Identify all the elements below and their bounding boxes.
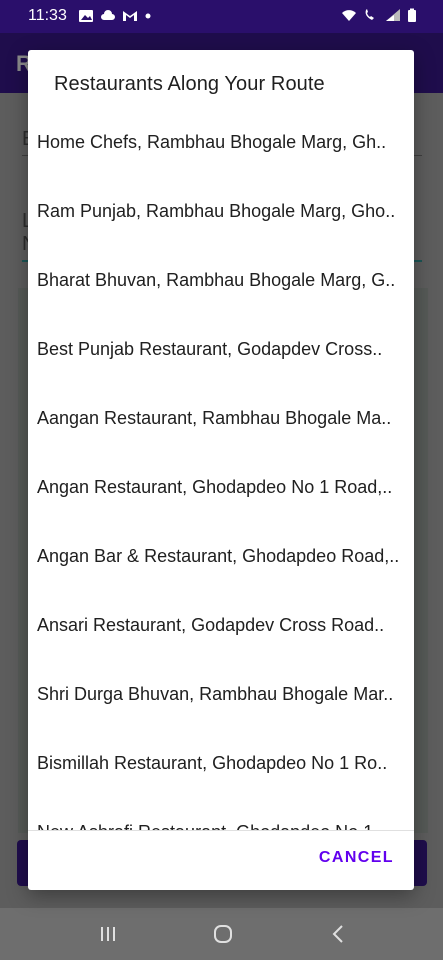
list-item-label: Angan Restaurant, Ghodapdeo No 1 Road,..: [37, 477, 393, 497]
list-item-label: Best Punjab Restaurant, Godapdev Cross..: [37, 339, 383, 359]
cancel-button[interactable]: CANCEL: [319, 849, 394, 867]
status-time: 11:33: [28, 7, 67, 24]
list-item-label: Ansari Restaurant, Godapdev Cross Road..: [37, 615, 385, 635]
wifi-icon: [342, 10, 356, 21]
list-item-label: New Ashrafi Restaurant, Ghodapdeo No 1..: [37, 822, 406, 830]
list-item-label: Bismillah Restaurant, Ghodapdeo No 1 Ro.…: [37, 753, 388, 773]
dialog-title: Restaurants Along Your Route: [54, 73, 325, 95]
image-icon: [79, 10, 93, 22]
gmail-icon: [123, 11, 137, 21]
signal-icon: [386, 9, 400, 21]
list-item[interactable]: Angan Restaurant, Ghodapdeo No 1 Road,..: [28, 453, 414, 522]
system-icons: [341, 8, 417, 22]
list-item[interactable]: New Ashrafi Restaurant, Ghodapdeo No 1..: [28, 798, 414, 830]
dialog-actions: CANCEL: [28, 831, 414, 890]
list-item[interactable]: Ansari Restaurant, Godapdev Cross Road..: [28, 591, 414, 660]
list-item[interactable]: Home Chefs, Rambhau Bhogale Marg, Gh..: [28, 108, 414, 177]
list-item-label: Ram Punjab, Rambhau Bhogale Marg, Gho..: [37, 201, 396, 221]
list-item[interactable]: Best Punjab Restaurant, Godapdev Cross..: [28, 315, 414, 384]
list-item-label: Angan Bar & Restaurant, Ghodapdeo Road,.…: [37, 546, 400, 566]
restaurant-list[interactable]: Home Chefs, Rambhau Bhogale Marg, Gh.. R…: [28, 108, 414, 830]
navigation-bar: [0, 908, 443, 960]
status-bar: 11:33: [0, 0, 443, 33]
dot-icon: [145, 13, 151, 19]
list-item[interactable]: Angan Bar & Restaurant, Ghodapdeo Road,.…: [28, 522, 414, 591]
restaurants-dialog: Restaurants Along Your Route Home Chefs,…: [28, 50, 414, 890]
list-item[interactable]: Shri Durga Bhuvan, Rambhau Bhogale Mar..: [28, 660, 414, 729]
list-item[interactable]: Ram Punjab, Rambhau Bhogale Marg, Gho..: [28, 177, 414, 246]
list-item-label: Shri Durga Bhuvan, Rambhau Bhogale Mar..: [37, 684, 394, 704]
cloud-icon: [101, 10, 115, 20]
list-item[interactable]: Bharat Bhuvan, Rambhau Bhogale Marg, G..: [28, 246, 414, 315]
home-icon[interactable]: [211, 922, 235, 946]
list-item-label: Home Chefs, Rambhau Bhogale Marg, Gh..: [37, 132, 387, 152]
list-item[interactable]: Bismillah Restaurant, Ghodapdeo No 1 Ro.…: [28, 729, 414, 798]
list-item[interactable]: Aangan Restaurant, Rambhau Bhogale Ma..: [28, 384, 414, 453]
recents-icon[interactable]: [96, 922, 120, 946]
notification-icons: [78, 9, 152, 23]
list-item-label: Aangan Restaurant, Rambhau Bhogale Ma..: [37, 408, 392, 428]
back-icon[interactable]: [327, 922, 351, 946]
list-item-label: Bharat Bhuvan, Rambhau Bhogale Marg, G..: [37, 270, 396, 290]
wifi-calling-icon: [365, 9, 374, 20]
battery-icon: [408, 8, 416, 22]
